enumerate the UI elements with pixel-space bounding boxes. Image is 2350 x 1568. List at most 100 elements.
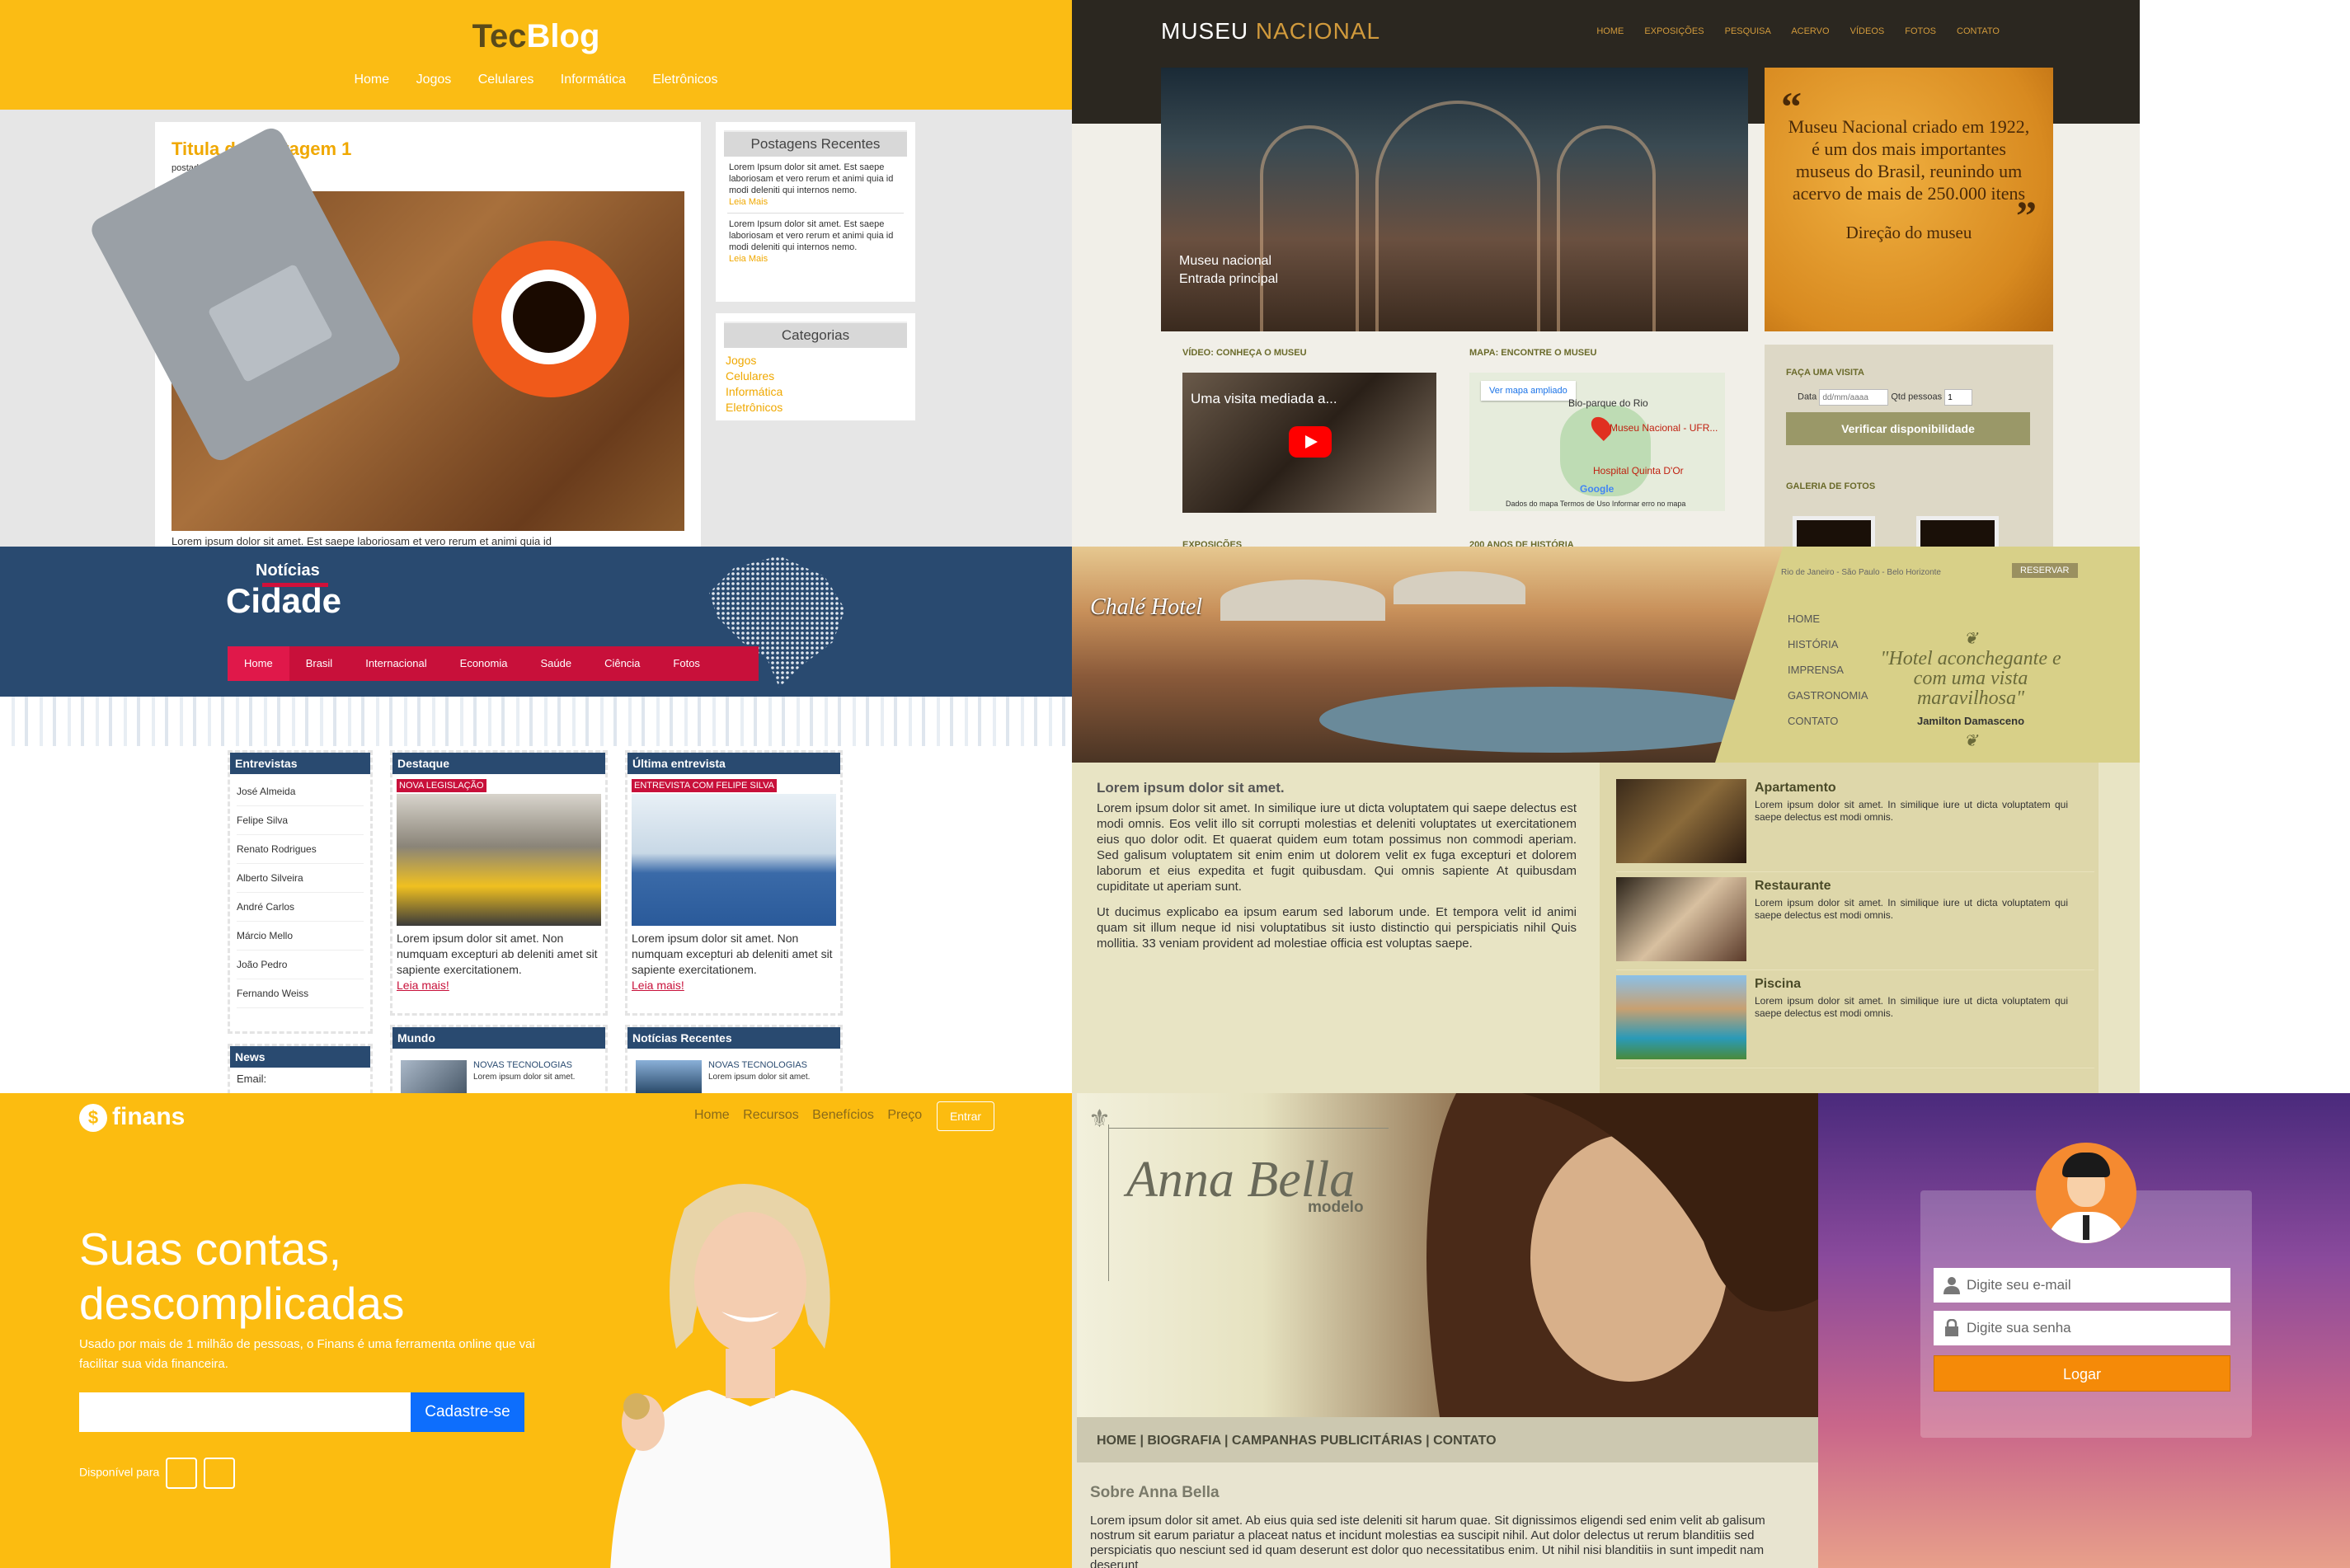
- visit-title: FAÇA UMA VISITA: [1786, 368, 1864, 378]
- check-availability-button[interactable]: Verificar disponibilidade: [1786, 412, 2030, 445]
- video-player[interactable]: Uma visita mediada a...: [1182, 373, 1436, 513]
- user-icon: [1943, 1277, 1960, 1294]
- nav-ciencia[interactable]: Ciência: [588, 646, 656, 681]
- nav-jogos[interactable]: Jogos: [416, 73, 452, 87]
- nav-internacional[interactable]: Internacional: [349, 646, 443, 681]
- nav-eletronicos[interactable]: Eletrônicos: [652, 73, 717, 87]
- email-field[interactable]: Digite seu e-mail: [1934, 1268, 2230, 1303]
- read-more-link[interactable]: Leia mais!: [632, 979, 684, 992]
- decor-line: [1108, 1128, 1389, 1129]
- last-interview-box: Última entrevista ENTREVISTA COM FELIPE …: [625, 750, 843, 1016]
- interviews-list: José Almeida Felipe Silva Renato Rodrigu…: [237, 777, 364, 1008]
- list-item[interactable]: Alberto Silveira: [237, 864, 364, 893]
- view-larger-map-button[interactable]: Ver mapa ampliado: [1481, 381, 1576, 401]
- password-field[interactable]: Digite sua senha: [1934, 1311, 2230, 1345]
- read-more-link[interactable]: Leia mais!: [397, 979, 449, 992]
- list-item[interactable]: José Almeida: [237, 777, 364, 806]
- pool-shape: [1319, 687, 1781, 753]
- nav-exposicoes[interactable]: EXPOSIÇÕES: [1644, 26, 1704, 36]
- menu-imprensa[interactable]: IMPRENSA: [1788, 657, 1868, 683]
- google-play-icon[interactable]: [204, 1458, 236, 1489]
- category-tag[interactable]: NOVA LEGISLAÇÃO: [397, 779, 486, 792]
- read-more-link[interactable]: Leia Mais: [729, 253, 902, 265]
- destaque-image[interactable]: [397, 794, 601, 926]
- menu-historia[interactable]: HISTÓRIA: [1788, 631, 1868, 657]
- logo-line2[interactable]: Cidade: [226, 581, 341, 621]
- list-item[interactable]: Márcio Mello: [237, 922, 364, 951]
- about-heading: Sobre Anna Bella: [1090, 1484, 1220, 1501]
- nav-videos[interactable]: VÍDEOS: [1850, 26, 1885, 36]
- list-item[interactable]: Felipe Silva: [237, 806, 364, 835]
- post-card: Titula da postagem 1 postado 20 de Março…: [87, 122, 701, 547]
- list-item[interactable]: João Pedro: [237, 951, 364, 979]
- nav-fotos[interactable]: FOTOS: [1905, 26, 1936, 36]
- signup-email-input[interactable]: [79, 1392, 411, 1432]
- date-input[interactable]: [1819, 389, 1889, 406]
- tecblog-logo[interactable]: TecBlog: [0, 18, 1072, 55]
- nav-beneficios[interactable]: Benefícios: [812, 1108, 874, 1122]
- menu-home[interactable]: HOME: [1788, 606, 1868, 631]
- nav-economia[interactable]: Economia: [444, 646, 524, 681]
- news-thumb[interactable]: [401, 1060, 467, 1093]
- nav-home[interactable]: Home: [228, 646, 289, 681]
- finans-logo[interactable]: $ finans: [79, 1103, 185, 1133]
- news-item-title[interactable]: NOVAS TECNOLOGIAS: [708, 1060, 807, 1070]
- list-item[interactable]: Renato Rodrigues: [237, 835, 364, 864]
- nav-recursos[interactable]: Recursos: [743, 1108, 799, 1122]
- menu-gastronomia[interactable]: GASTRONOMIA: [1788, 683, 1868, 708]
- intro-paragraph: Ut ducimus explicabo ea ipsum earum sed …: [1097, 905, 1577, 951]
- reserve-button[interactable]: RESERVAR: [2012, 563, 2078, 578]
- nav-acervo[interactable]: ACERVO: [1791, 26, 1829, 36]
- play-icon[interactable]: [1289, 426, 1332, 458]
- news-item-title[interactable]: NOVAS TECNOLOGIAS: [473, 1060, 572, 1070]
- recent-news-title: Notícias Recentes: [627, 1027, 840, 1049]
- nav-home[interactable]: Home: [354, 73, 389, 87]
- nav-home[interactable]: HOME: [1596, 26, 1624, 36]
- gallery-thumb[interactable]: [1916, 516, 1999, 547]
- noticias-nav: Home Brasil Internacional Economia Saúde…: [228, 646, 759, 681]
- category-link[interactable]: Informática: [726, 384, 905, 400]
- noticias-header: Notícias Cidade Home Brasil Internaciona…: [0, 547, 1072, 746]
- login-button[interactable]: Logar: [1934, 1355, 2230, 1392]
- map-label: MAPA: ENCONTRE O MUSEU: [1469, 348, 1597, 358]
- qty-input[interactable]: [1944, 389, 1973, 406]
- museu-logo[interactable]: MUSEU NACIONAL: [1161, 18, 1380, 45]
- tecblog-nav: Home Jogos Celulares Informática Eletrôn…: [0, 73, 1072, 87]
- list-item[interactable]: Fernando Weiss: [237, 979, 364, 1008]
- feature-image: [1616, 877, 1746, 961]
- nav-contato[interactable]: CONTATO: [1957, 26, 2000, 36]
- menu-contato[interactable]: CONTATO: [1788, 708, 1868, 734]
- feature-text: Lorem ipsum dolor sit amet. In similique…: [1755, 995, 2068, 1019]
- category-link[interactable]: Eletrônicos: [726, 400, 905, 415]
- qty-label: Qtd pessoas: [1891, 392, 1943, 402]
- signup-button[interactable]: Cadastre-se: [411, 1392, 524, 1432]
- logo-part: Blog: [526, 18, 600, 54]
- nav-brasil[interactable]: Brasil: [289, 646, 350, 681]
- anna-nav[interactable]: HOME | BIOGRAFIA | CAMPANHAS PUBLICITÁRI…: [1077, 1417, 1818, 1462]
- nav-informatica[interactable]: Informática: [561, 73, 626, 87]
- recent-post-text: Lorem Ipsum dolor sit amet. Est saepe la…: [729, 162, 894, 195]
- nav-pesquisa[interactable]: PESQUISA: [1725, 26, 1771, 36]
- embedded-map[interactable]: Ver mapa ampliado Bio-parque do Rio Muse…: [1469, 373, 1725, 511]
- nav-celulares[interactable]: Celulares: [478, 73, 534, 87]
- read-more-link[interactable]: Leia Mais: [729, 196, 902, 208]
- chale-panel: Chalé Hotel Rio de Janeiro - São Paulo -…: [1072, 547, 2140, 1093]
- category-tag[interactable]: ENTREVISTA COM FELIPE SILVA: [632, 779, 777, 792]
- hotel-logo[interactable]: Chalé Hotel: [1090, 594, 1202, 621]
- category-link[interactable]: Celulares: [726, 369, 905, 384]
- recent-post-text: Lorem Ipsum dolor sit amet. Est saepe la…: [729, 219, 894, 252]
- apple-store-icon[interactable]: [166, 1458, 198, 1489]
- nav-home[interactable]: Home: [694, 1108, 730, 1122]
- nav-fotos[interactable]: Fotos: [656, 646, 717, 681]
- news-thumb[interactable]: [636, 1060, 702, 1093]
- nav-saude[interactable]: Saúde: [524, 646, 588, 681]
- list-item[interactable]: André Carlos: [237, 893, 364, 922]
- gallery-thumb[interactable]: [1793, 516, 1875, 547]
- category-link[interactable]: Jogos: [726, 353, 905, 369]
- user-avatar-icon: [2036, 1143, 2136, 1243]
- map-place-label: Museu Nacional - UFR...: [1610, 422, 1718, 434]
- enter-button[interactable]: Entrar: [937, 1101, 994, 1131]
- logo-line1[interactable]: Notícias: [256, 561, 320, 580]
- interview-image[interactable]: [632, 794, 836, 926]
- nav-preco[interactable]: Preço: [887, 1108, 922, 1122]
